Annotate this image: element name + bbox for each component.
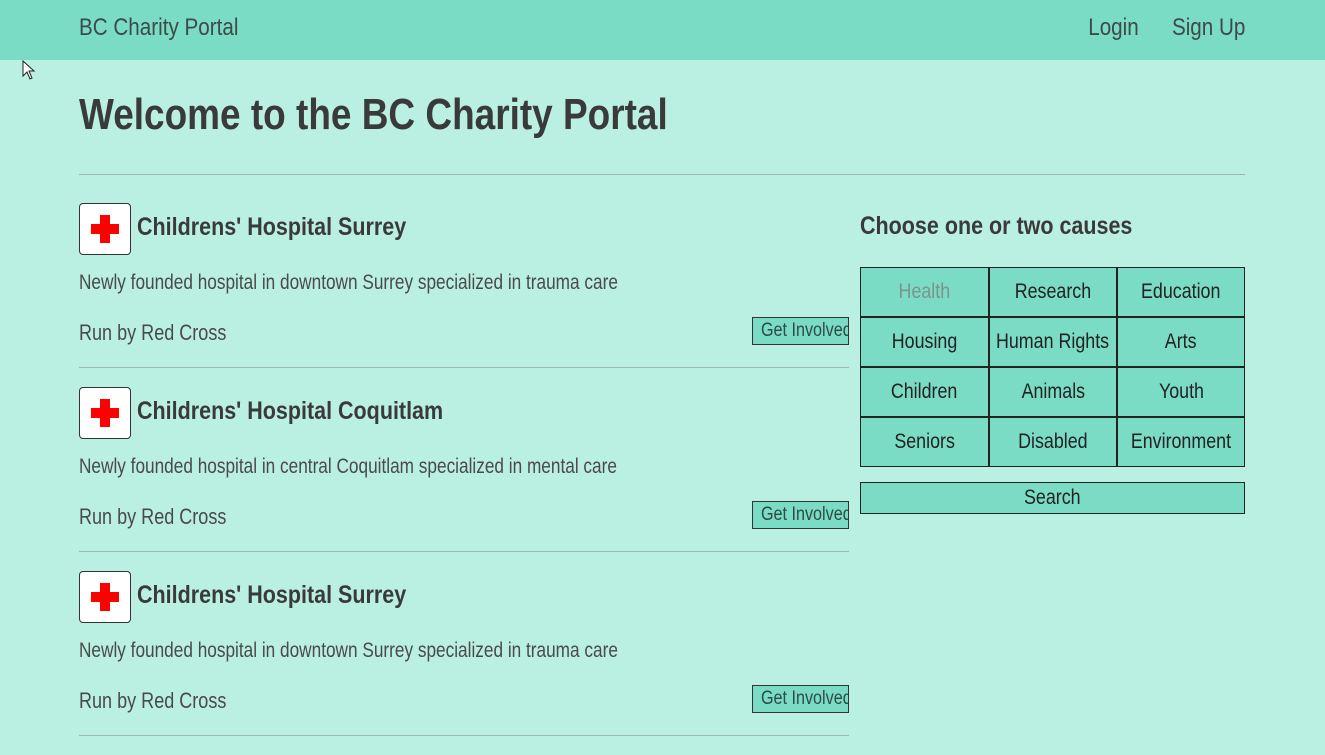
charity-listing: Childrens' Hospital Coquitlam Newly foun… bbox=[79, 387, 849, 571]
page-title: Welcome to the BC Charity Portal bbox=[79, 90, 668, 139]
red-cross-icon bbox=[79, 387, 131, 439]
signup-link[interactable]: Sign Up bbox=[1172, 14, 1245, 42]
cause-education[interactable]: Education bbox=[1117, 267, 1245, 317]
divider bbox=[79, 367, 849, 368]
cause-seniors[interactable]: Seniors bbox=[860, 417, 989, 467]
divider bbox=[79, 551, 849, 552]
charity-organizer: Run by Red Cross bbox=[79, 504, 227, 529]
login-link[interactable]: Login bbox=[1088, 14, 1139, 42]
causes-heading: Choose one or two causes bbox=[860, 212, 1133, 240]
search-button-label: Search bbox=[1024, 486, 1081, 509]
cause-animals[interactable]: Animals bbox=[989, 367, 1117, 417]
cause-grid: Health Research Education Housing Human … bbox=[860, 267, 1245, 467]
get-involved-button[interactable]: Get Involved bbox=[752, 501, 849, 529]
search-button[interactable]: Search bbox=[860, 482, 1245, 514]
charity-name[interactable]: Childrens' Hospital Surrey bbox=[137, 213, 406, 242]
cause-children[interactable]: Children bbox=[860, 367, 989, 417]
divider bbox=[79, 174, 1245, 175]
charity-name[interactable]: Childrens' Hospital Surrey bbox=[137, 581, 406, 610]
cause-youth[interactable]: Youth bbox=[1117, 367, 1245, 417]
red-cross-icon bbox=[79, 203, 131, 255]
cause-research[interactable]: Research bbox=[989, 267, 1117, 317]
cause-housing[interactable]: Housing bbox=[860, 317, 989, 367]
mouse-cursor-icon bbox=[22, 60, 36, 80]
brand-link[interactable]: BC Charity Portal bbox=[79, 14, 238, 42]
cause-health[interactable]: Health bbox=[860, 267, 989, 317]
charity-listing: Childrens' Hospital Surrey Newly founded… bbox=[79, 571, 849, 755]
get-involved-label: Get Involved bbox=[761, 504, 849, 525]
charity-name[interactable]: Childrens' Hospital Coquitlam bbox=[137, 397, 443, 426]
cause-human-rights[interactable]: Human Rights bbox=[989, 317, 1117, 367]
charity-description: Newly founded hospital in downtown Surre… bbox=[79, 271, 618, 294]
charity-organizer: Run by Red Cross bbox=[79, 320, 227, 345]
cause-arts[interactable]: Arts bbox=[1117, 317, 1245, 367]
charity-description: Newly founded hospital in downtown Surre… bbox=[79, 639, 618, 662]
charity-listing: Childrens' Hospital Surrey Newly founded… bbox=[79, 203, 849, 387]
charity-description: Newly founded hospital in central Coquit… bbox=[79, 455, 617, 478]
navbar: BC Charity Portal Login Sign Up bbox=[0, 0, 1325, 60]
cause-environment[interactable]: Environment bbox=[1117, 417, 1245, 467]
red-cross-icon bbox=[79, 571, 131, 623]
get-involved-button[interactable]: Get Involved bbox=[752, 317, 849, 345]
cause-disabled[interactable]: Disabled bbox=[989, 417, 1117, 467]
charity-organizer: Run by Red Cross bbox=[79, 688, 227, 713]
get-involved-label: Get Involved bbox=[761, 320, 849, 341]
nav-links: Login Sign Up bbox=[1066, 14, 1245, 42]
get-involved-button[interactable]: Get Involved bbox=[752, 685, 849, 713]
get-involved-label: Get Involved bbox=[761, 688, 849, 709]
